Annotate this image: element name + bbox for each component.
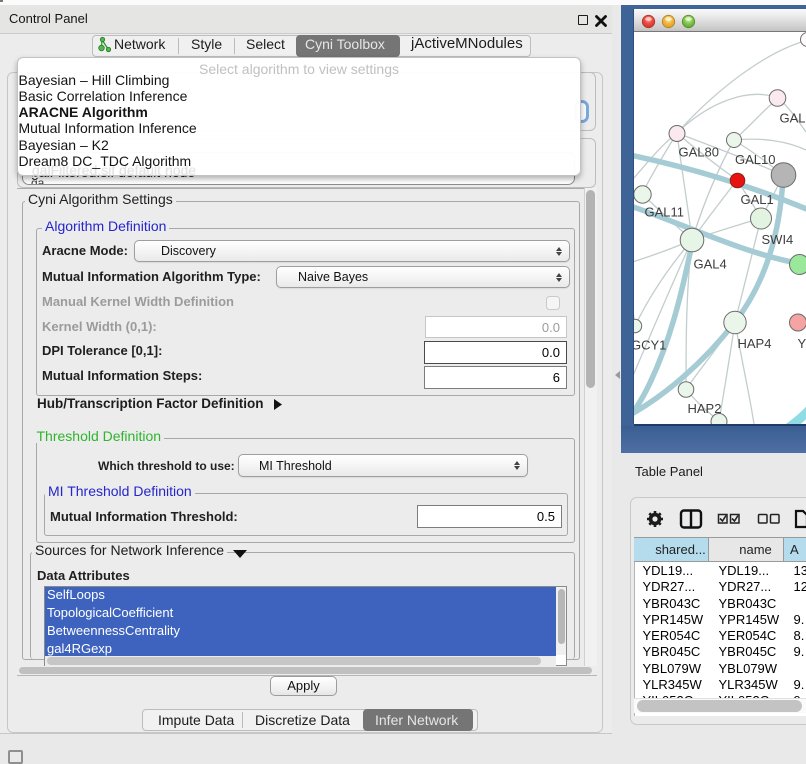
- svg-text:GAL2: GAL2: [780, 111, 806, 126]
- svg-text:SWI4: SWI4: [762, 232, 794, 247]
- svg-text:GAL10: GAL10: [735, 152, 775, 167]
- svg-text:GAL4: GAL4: [694, 257, 727, 272]
- svg-text:GAL80: GAL80: [679, 145, 719, 160]
- svg-text:HAP2: HAP2: [688, 401, 722, 416]
- svg-text:HAP4: HAP4: [738, 336, 772, 351]
- svg-text:GCY1: GCY1: [634, 338, 666, 353]
- svg-text:YMR0: YMR0: [798, 336, 806, 351]
- svg-text:GAL1: GAL1: [741, 192, 774, 207]
- svg-text:GAL11: GAL11: [645, 205, 685, 220]
